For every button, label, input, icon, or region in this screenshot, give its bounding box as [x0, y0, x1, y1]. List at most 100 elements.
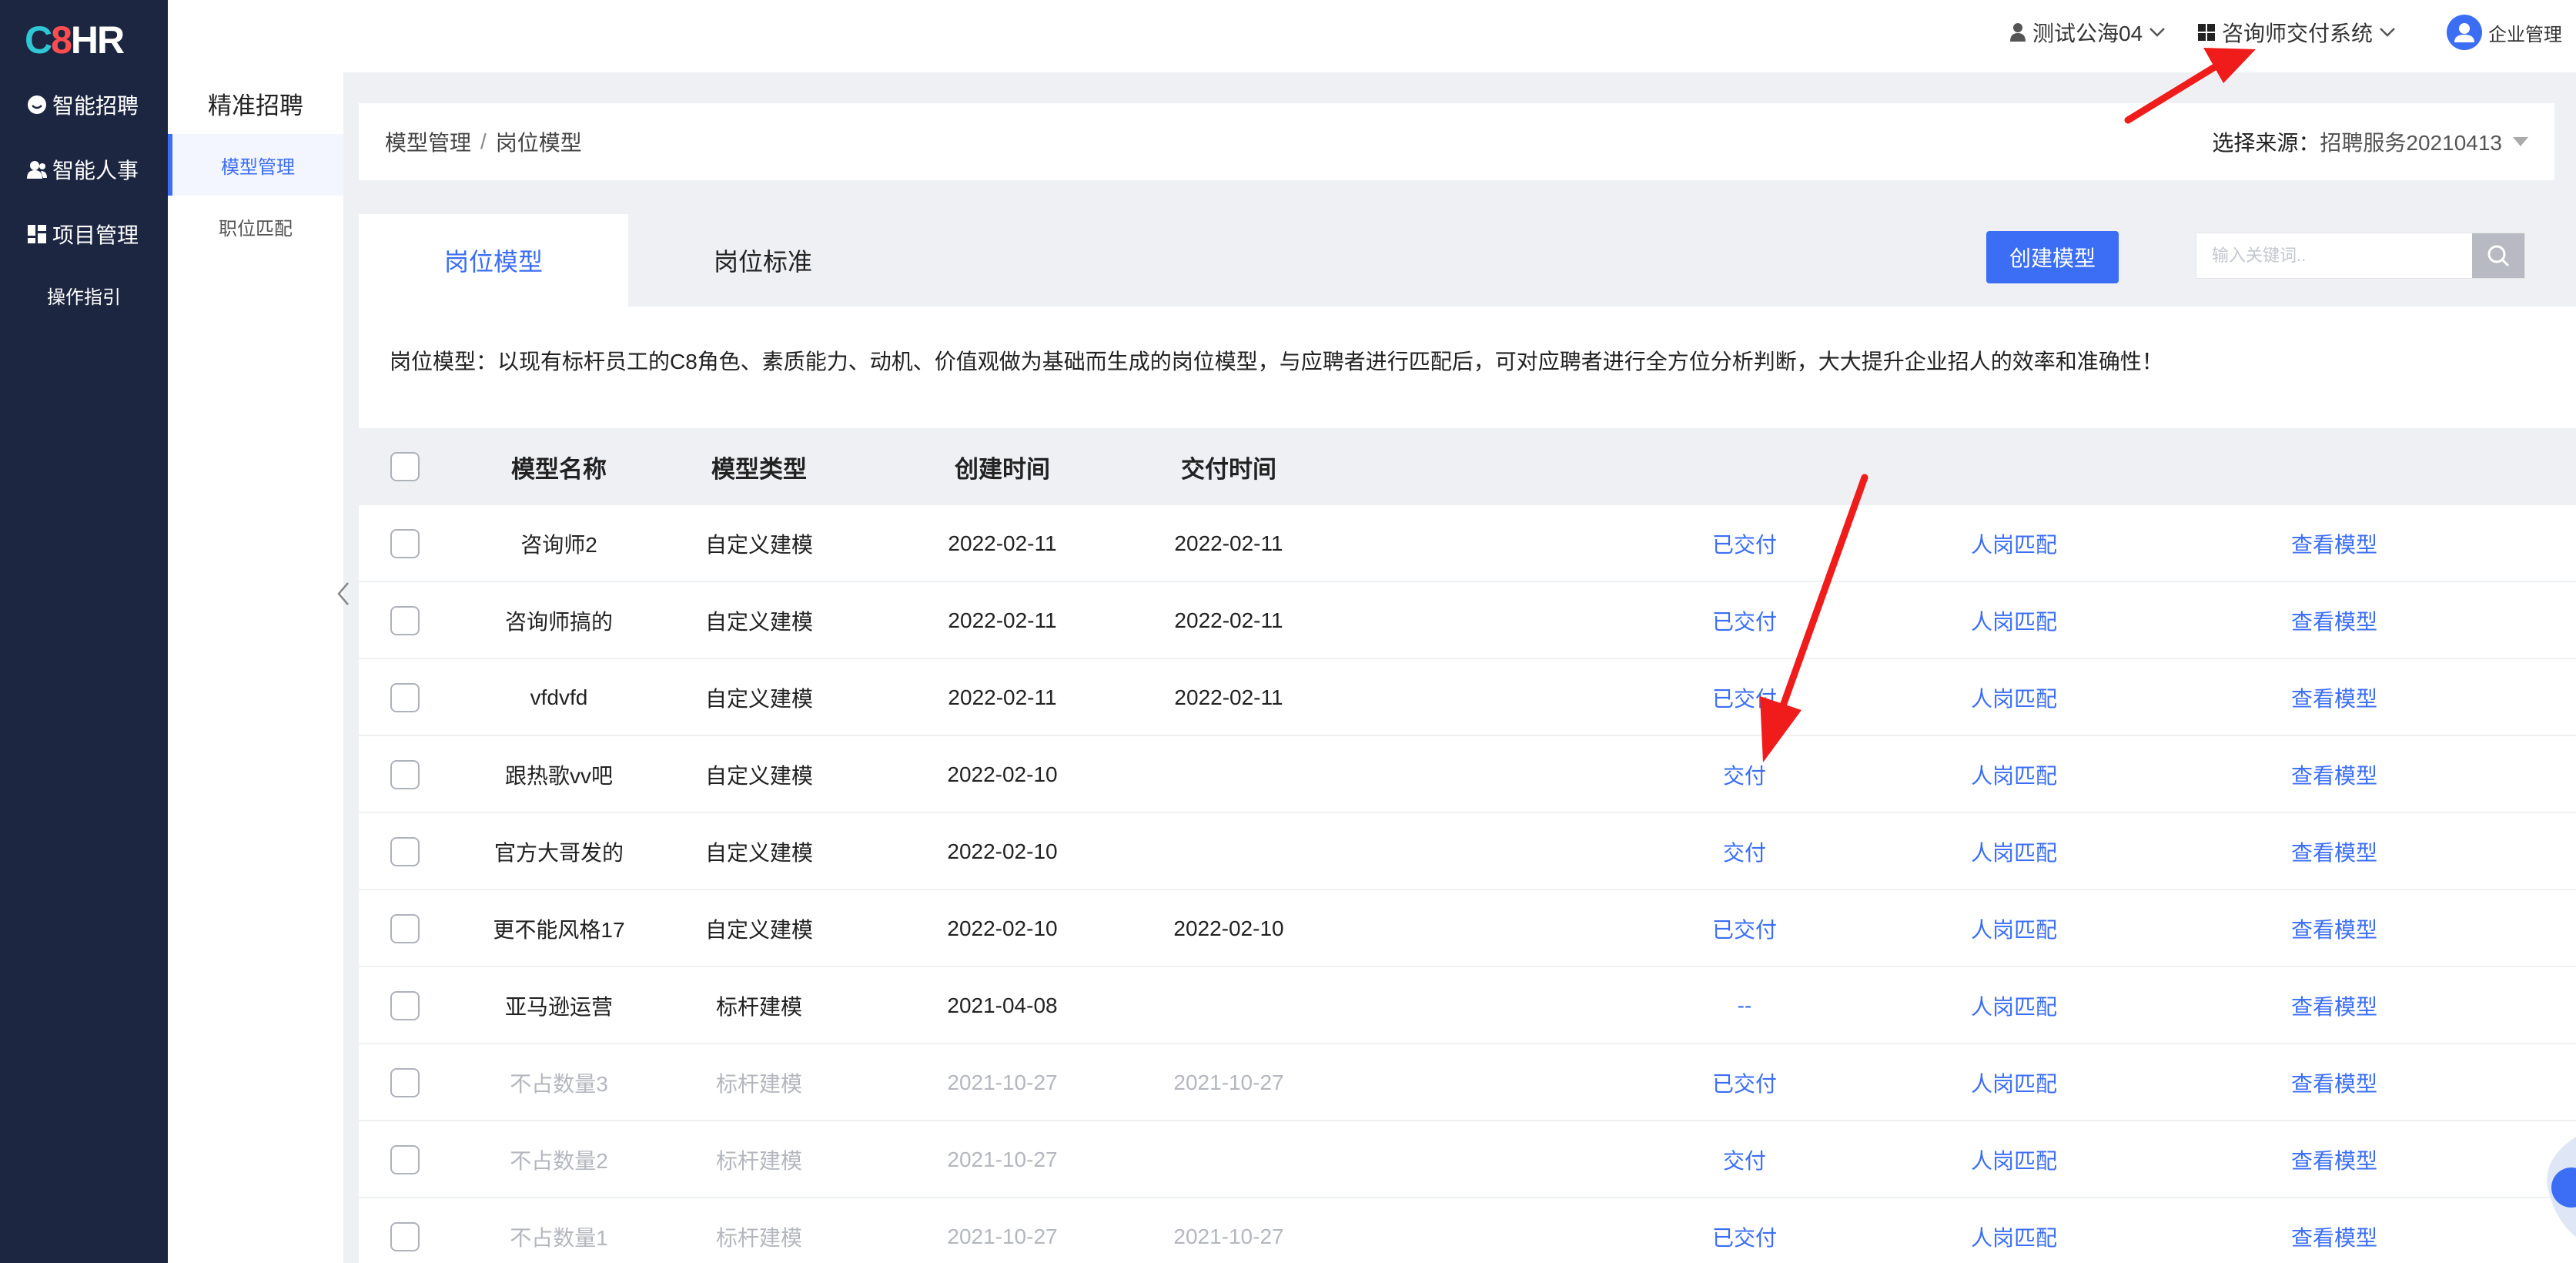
nav-label: 智能招聘: [52, 94, 139, 118]
job-match-link[interactable]: 人岗匹配: [1922, 1044, 2106, 1121]
sub-sidebar-item-job-matching[interactable]: 职位匹配: [168, 196, 343, 257]
breadcrumb-parent[interactable]: 模型管理: [385, 126, 471, 157]
job-match-link[interactable]: 人岗匹配: [1922, 890, 2106, 967]
user-icon: [2010, 23, 2026, 42]
row-checkbox-cell: [374, 813, 436, 890]
job-match-link[interactable]: 人岗匹配: [1922, 1198, 2106, 1263]
delivered-time: [1136, 1121, 1321, 1198]
row-checkbox[interactable]: [390, 914, 420, 943]
grid-icon: [26, 223, 48, 245]
deliver-status-link[interactable]: 已交付: [1652, 582, 1837, 659]
chevron-left-icon: [337, 582, 349, 605]
row-checkbox[interactable]: [390, 529, 420, 558]
nav-item-guide[interactable]: 操作指引: [0, 282, 168, 309]
logo-8: 8: [51, 18, 72, 62]
row-checkbox[interactable]: [390, 606, 420, 635]
model-name: 跟热歌vv吧: [504, 764, 613, 788]
floating-help-widget[interactable]: [2533, 1137, 2576, 1237]
model-name: 更不能风格17: [493, 918, 625, 942]
user-name: 测试公海04: [2032, 22, 2143, 45]
breadcrumb-separator: /: [480, 129, 487, 153]
deliver-status-link[interactable]: 已交付: [1652, 505, 1837, 582]
sub-sidebar-item-model-management[interactable]: 模型管理: [168, 134, 343, 196]
deliver-status-link[interactable]: 已交付: [1652, 659, 1837, 736]
deliver-link[interactable]: 交付: [1652, 736, 1837, 813]
delivered-time: 2022-02-11: [1174, 608, 1283, 632]
select-all-checkbox[interactable]: [390, 452, 420, 481]
user-dropdown[interactable]: 测试公海04: [2003, 0, 2172, 65]
created-time: 2022-02-10: [947, 916, 1058, 940]
job-match-link[interactable]: 人岗匹配: [1922, 1121, 2106, 1198]
model-name: 咨询师搞的: [504, 610, 613, 634]
header-created-time: 创建时间: [955, 455, 1050, 483]
deliver-status-link[interactable]: 已交付: [1652, 890, 1837, 967]
search-button[interactable]: [2472, 233, 2524, 278]
deliver-link[interactable]: 交付: [1652, 813, 1837, 890]
model-type: 标杆建模: [715, 1149, 802, 1173]
source-label: 选择来源：: [2212, 131, 2320, 155]
nav-item-smart-recruit[interactable]: 智能招聘: [0, 82, 168, 128]
model-type: 标杆建模: [715, 1226, 802, 1250]
system-dropdown[interactable]: 咨询师交付系统: [2191, 0, 2402, 65]
view-model-link[interactable]: 查看模型: [2242, 813, 2427, 890]
model-name: vfdvfd: [530, 685, 588, 709]
deliver-link[interactable]: 交付: [1652, 1121, 1837, 1198]
job-match-link[interactable]: 人岗匹配: [1922, 736, 2106, 813]
job-match-link[interactable]: 人岗匹配: [1922, 967, 2106, 1044]
tab-job-standard[interactable]: 岗位标准: [628, 214, 898, 307]
view-model-link[interactable]: 查看模型: [2242, 890, 2427, 967]
job-match-link[interactable]: 人岗匹配: [1922, 582, 2106, 659]
apps-icon: [2198, 24, 2215, 41]
collapse-sidebar-button[interactable]: [328, 567, 359, 621]
model-type: 标杆建模: [715, 995, 802, 1019]
enterprise-menu[interactable]: 企业管理: [2441, 0, 2562, 65]
model-name: 亚马逊运营: [504, 995, 613, 1019]
view-model-link[interactable]: 查看模型: [2242, 967, 2427, 1044]
row-checkbox[interactable]: [390, 1222, 420, 1251]
row-checkbox-cell: [374, 1198, 436, 1263]
table-row: 不占数量3 标杆建模 2021-10-27 2021-10-27 已交付 人岗匹…: [359, 1044, 2576, 1121]
tab-job-model[interactable]: 岗位模型: [359, 214, 628, 307]
delivered-time: [1136, 736, 1321, 813]
search-box: [2196, 233, 2525, 279]
view-model-link[interactable]: 查看模型: [2242, 659, 2427, 736]
table-row: 官方大哥发的 自定义建模 2022-02-10 交付 人岗匹配 查看模型: [359, 813, 2576, 890]
view-model-link[interactable]: 查看模型: [2242, 582, 2427, 659]
created-time: 2021-10-27: [947, 1147, 1058, 1171]
row-checkbox[interactable]: [390, 837, 420, 866]
job-match-link[interactable]: 人岗匹配: [1922, 813, 2106, 890]
nav-label: 项目管理: [52, 223, 139, 247]
view-model-link[interactable]: 查看模型: [2242, 1044, 2427, 1121]
delivered-time: 2022-02-11: [1174, 685, 1283, 709]
select-all-cell: [374, 428, 436, 505]
job-match-link[interactable]: 人岗匹配: [1922, 659, 2106, 736]
deliver-status-link[interactable]: 已交付: [1652, 1198, 1837, 1263]
table-row: 咨询师2 自定义建模 2022-02-11 2022-02-11 已交付 人岗匹…: [359, 505, 2576, 582]
model-name: 不占数量3: [510, 1072, 608, 1096]
source-select[interactable]: 选择来源： 招聘服务20210413: [2212, 103, 2528, 180]
view-model-link[interactable]: 查看模型: [2242, 736, 2427, 813]
row-checkbox[interactable]: [390, 991, 420, 1020]
deliver-status-link[interactable]: 已交付: [1652, 1044, 1837, 1121]
breadcrumb: 模型管理 / 岗位模型: [385, 103, 582, 180]
row-checkbox[interactable]: [390, 1145, 420, 1174]
job-match-link[interactable]: 人岗匹配: [1922, 505, 2106, 582]
tabs-bar: 岗位模型 岗位标准 创建模型: [359, 214, 2576, 307]
nav-item-project[interactable]: 项目管理: [0, 211, 168, 257]
row-checkbox[interactable]: [390, 683, 420, 712]
c8hr-logo[interactable]: C 8 HR: [25, 15, 125, 65]
search-input[interactable]: [2196, 234, 2474, 277]
nav-item-smart-hr[interactable]: 智能人事: [0, 146, 168, 193]
delivered-time: 2021-10-27: [1173, 1224, 1284, 1248]
row-checkbox[interactable]: [390, 1068, 420, 1097]
created-time: 2022-02-10: [947, 762, 1058, 786]
deliver-status-text: --: [1737, 993, 1752, 1017]
row-checkbox-cell: [374, 890, 436, 967]
view-model-link[interactable]: 查看模型: [2242, 1198, 2427, 1263]
view-model-link[interactable]: 查看模型: [2242, 505, 2427, 582]
view-model-link[interactable]: 查看模型: [2242, 1121, 2427, 1198]
create-model-button[interactable]: 创建模型: [1986, 231, 2119, 283]
row-checkbox-cell: [374, 505, 436, 582]
row-checkbox[interactable]: [390, 760, 420, 789]
source-value: 招聘服务20210413: [2320, 131, 2502, 155]
